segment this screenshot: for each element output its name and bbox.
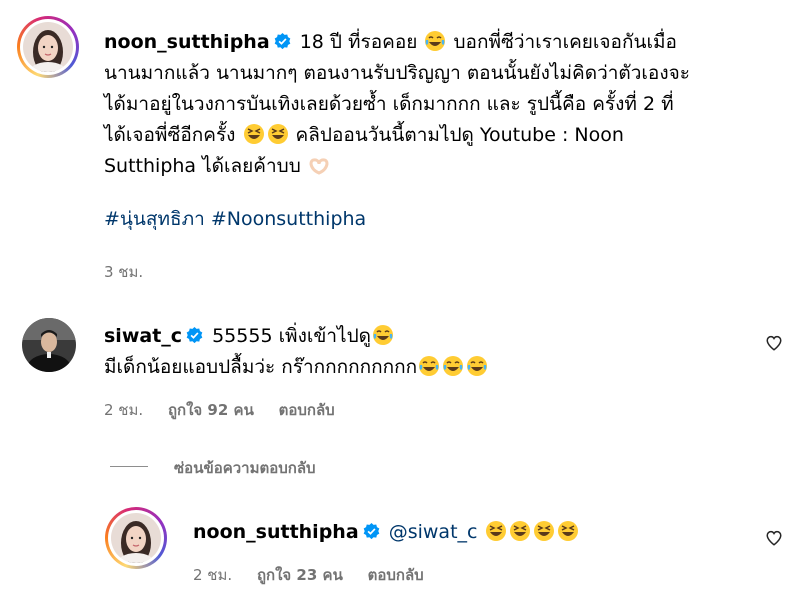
likes-count-link[interactable]: ถูกใจ 92 คน <box>168 401 254 419</box>
comment-text-part: คลิปออนวันนี้ตามไปดู Youtube : Noon <box>289 124 624 146</box>
hashtag-link[interactable]: #Noonsutthipha <box>211 208 366 230</box>
verified-badge-icon <box>363 523 379 540</box>
hashtag-link[interactable]: #นุ่นสุทธิภา <box>104 208 205 230</box>
comment-siwat: siwat_c 55555 เพิ่งเข้าไปดู มีเด็กน้อยแอ… <box>104 321 764 383</box>
reply-button[interactable]: ตอบกลับ <box>279 401 335 419</box>
avatar-noon-reply[interactable] <box>105 507 167 569</box>
squinting-laugh-emoji-icon <box>509 521 530 541</box>
tears-of-joy-emoji-icon <box>467 356 488 376</box>
comment-noon: noon_sutthipha 18 ปี ที่รอคอย บอกพี่ซีว่… <box>104 27 764 235</box>
comment-meta: 2 ชม. ถูกใจ 92 คน ตอบกลับ <box>104 398 355 422</box>
comment-text-part: 55555 เพิ่งเข้าไปดู <box>206 325 371 347</box>
tears-of-joy-emoji-icon <box>443 356 464 376</box>
squinting-laugh-emoji-icon <box>557 521 578 541</box>
squinting-laugh-emoji-icon <box>485 521 506 541</box>
comment-text-part: 18 ปี ที่รอคอย <box>293 31 424 53</box>
mention-link[interactable]: @siwat_c <box>389 521 478 543</box>
reply-comment: noon_sutthipha @siwat_c <box>193 517 753 548</box>
comment-line: มีเด็กน้อยแอบปลื้มว่ะ กร๊ากกกกกกกกก <box>104 356 418 378</box>
hide-replies-button[interactable]: ซ่อนข้อความตอบกลับ <box>174 456 316 480</box>
squinting-laugh-emoji-icon <box>243 124 264 144</box>
squinting-laugh-emoji-icon <box>533 521 554 541</box>
likes-count-link[interactable]: ถูกใจ 23 คน <box>257 566 343 584</box>
username-noon-reply[interactable]: noon_sutthipha <box>193 521 359 543</box>
username-noon[interactable]: noon_sutthipha <box>104 31 270 53</box>
verified-badge-icon <box>186 327 203 344</box>
verified-badge-icon <box>274 33 290 50</box>
avatar-noon[interactable] <box>17 16 79 78</box>
reply-button[interactable]: ตอบกลับ <box>368 566 424 584</box>
tears-of-joy-emoji-icon <box>372 325 393 345</box>
reply-meta: 2 ชม. ถูกใจ 23 คน ตอบกลับ <box>193 563 444 587</box>
comment-text-part: Sutthipha ได้เลยค้าบบ <box>104 155 307 177</box>
like-heart-icon[interactable] <box>765 334 783 352</box>
comment-meta: 3 ชม. <box>104 260 163 284</box>
comment-line: ได้มาอยู่ในวงการบันเทิงเลยด้วยซ้ำ เด็กมา… <box>104 93 674 115</box>
like-heart-icon[interactable] <box>765 529 783 547</box>
comment-line: นานมากแล้ว นานมากๆ ตอนงานรับปริญญา ตอนนั… <box>104 62 690 84</box>
username-siwat[interactable]: siwat_c <box>104 325 182 347</box>
comment-text-part: บอกพี่ซีว่าเราเคยเจอกันเมื่อ <box>447 31 677 53</box>
timestamp: 3 ชม. <box>104 263 144 281</box>
comment-text-part: ได้เจอพี่ซีอีกครั้ง <box>104 124 242 146</box>
avatar-siwat[interactable] <box>22 318 76 372</box>
timestamp: 2 ชม. <box>104 401 144 419</box>
replies-divider <box>110 466 148 467</box>
heart-hands-emoji-icon <box>309 158 329 175</box>
tears-of-joy-emoji-icon <box>425 31 446 51</box>
tears-of-joy-emoji-icon <box>419 356 440 376</box>
squinting-laugh-emoji-icon <box>267 124 288 144</box>
timestamp: 2 ชม. <box>193 566 233 584</box>
